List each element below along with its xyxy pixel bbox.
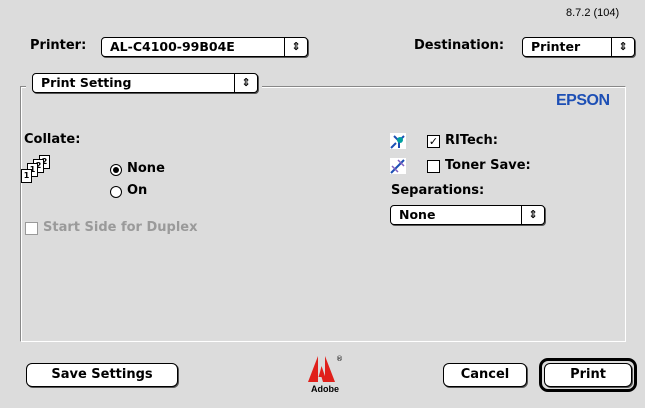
printer-label: Printer: bbox=[30, 38, 87, 53]
updown-arrows-icon: ⇕ bbox=[611, 38, 634, 56]
duplex-checkbox[interactable] bbox=[25, 222, 38, 235]
separations-popup-value: None bbox=[399, 207, 436, 222]
print-button[interactable]: Print bbox=[544, 363, 632, 387]
adobe-logo: ® Adobe bbox=[300, 355, 348, 395]
adobe-wordmark: Adobe bbox=[311, 384, 339, 394]
panel-popup-value: Print Setting bbox=[41, 75, 132, 90]
collate-label: Collate: bbox=[24, 132, 81, 147]
separations-label: Separations: bbox=[391, 183, 485, 198]
updown-arrows-icon: ⇕ bbox=[234, 74, 257, 92]
updown-arrows-icon: ⇕ bbox=[284, 38, 307, 56]
printer-popup-value: AL-C4100-99B04E bbox=[110, 39, 235, 54]
cancel-button[interactable]: Cancel bbox=[443, 363, 527, 387]
version-label: 8.7.2 (104) bbox=[566, 7, 620, 19]
destination-popup[interactable]: Printer ⇕ bbox=[522, 37, 635, 57]
printer-popup[interactable]: AL-C4100-99B04E ⇕ bbox=[101, 37, 308, 57]
updown-arrows-icon: ⇕ bbox=[521, 206, 544, 224]
ritech-icon bbox=[390, 133, 406, 149]
panel-popup[interactable]: Print Setting ⇕ bbox=[32, 73, 258, 93]
collate-none-label[interactable]: None bbox=[127, 161, 165, 176]
save-settings-button[interactable]: Save Settings bbox=[26, 363, 178, 387]
toner-save-checkbox[interactable] bbox=[427, 160, 440, 173]
destination-label: Destination: bbox=[414, 38, 505, 53]
collate-on-label[interactable]: On bbox=[127, 183, 147, 198]
destination-popup-value: Printer bbox=[531, 39, 581, 54]
collate-on-radio[interactable] bbox=[110, 186, 122, 198]
toner-save-label[interactable]: Toner Save: bbox=[445, 158, 531, 173]
epson-logo: EPSON bbox=[556, 92, 610, 109]
separations-popup[interactable]: None ⇕ bbox=[390, 205, 545, 225]
ritech-checkbox[interactable]: ✓ bbox=[427, 135, 440, 148]
ritech-label[interactable]: RITech: bbox=[445, 133, 498, 148]
toner-save-icon bbox=[390, 158, 406, 174]
collate-pages-icon: 2 2 1 1 bbox=[20, 155, 60, 197]
duplex-label[interactable]: Start Side for Duplex bbox=[43, 220, 198, 235]
collate-none-radio[interactable] bbox=[110, 164, 122, 176]
